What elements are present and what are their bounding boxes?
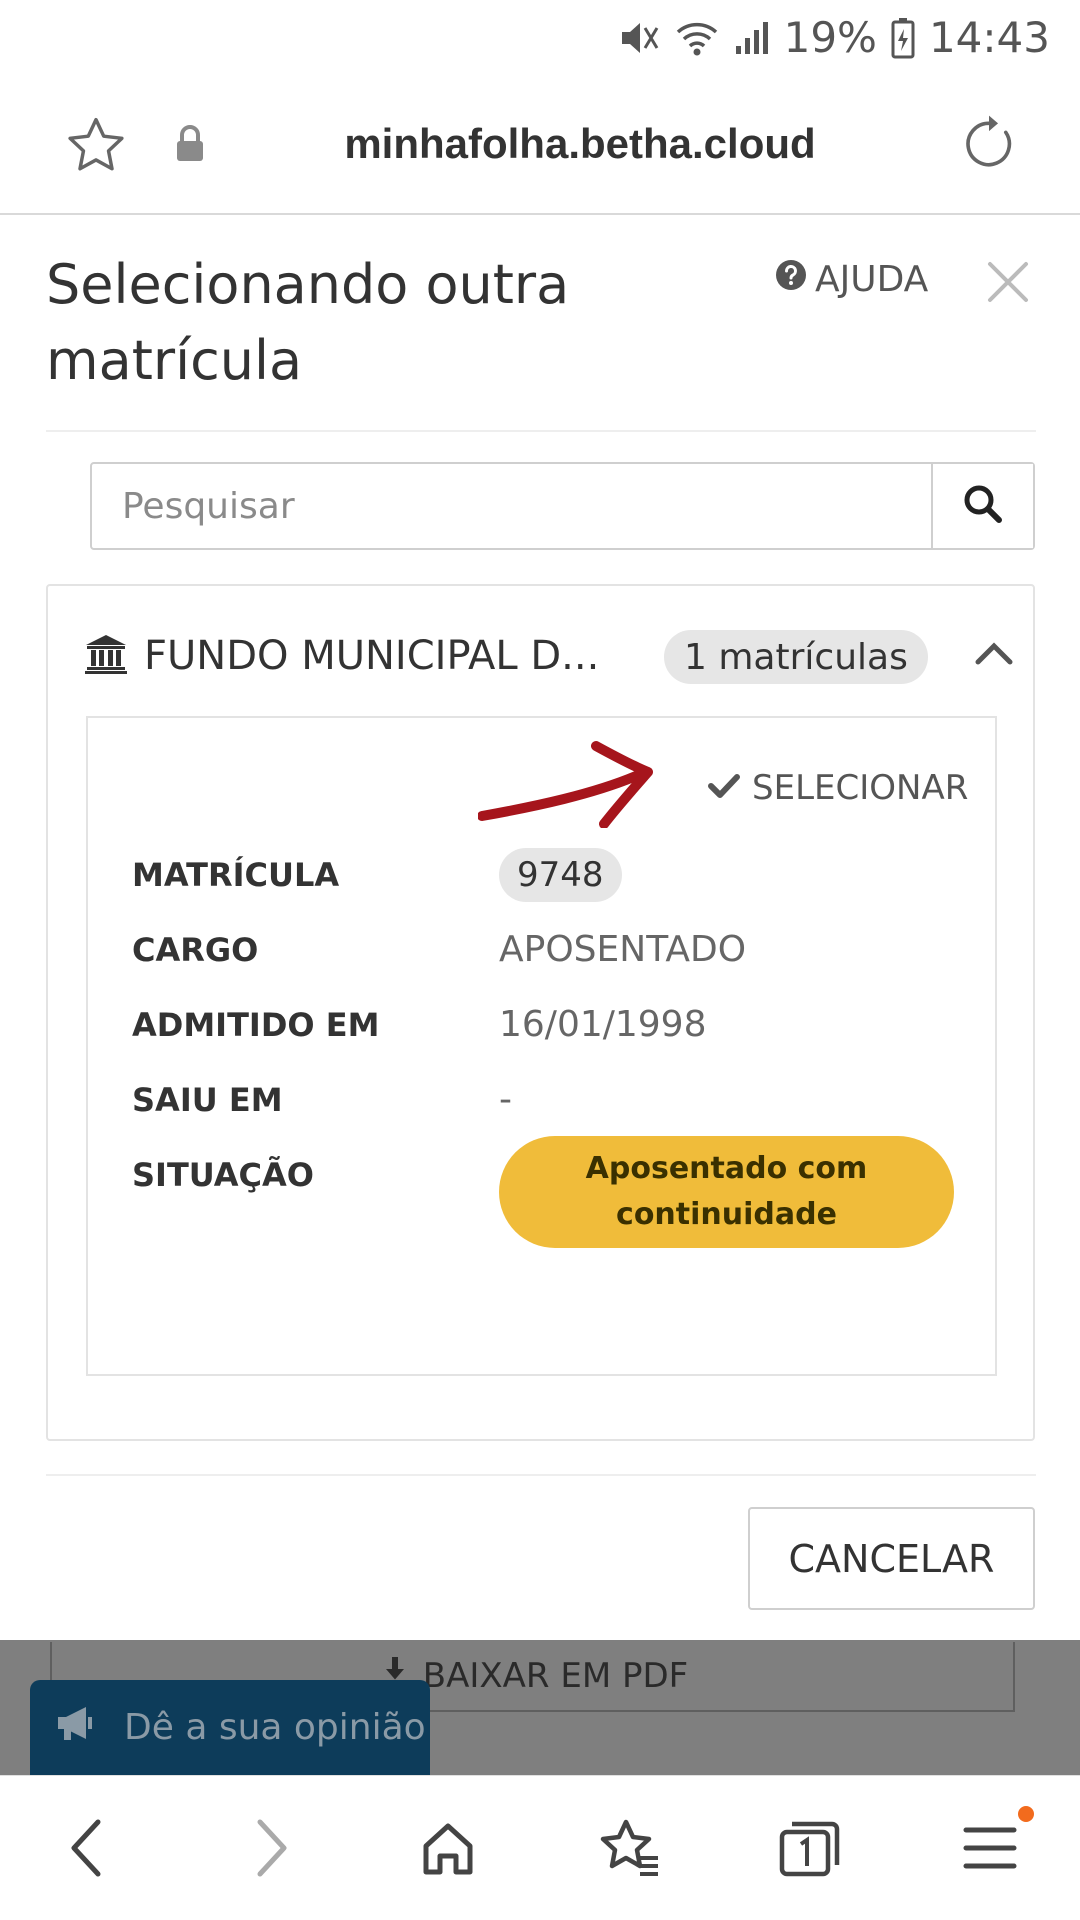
organization-group: FUNDO MUNICIPAL D... 1 matrículas SELECI… [46,584,1035,1441]
search-bar [90,462,1035,550]
battery-percent: 19% [783,13,877,62]
admitido-value: 16/01/1998 [499,1004,707,1045]
matricula-label: MATRÍCULA [132,856,340,894]
organization-group-header[interactable]: FUNDO MUNICIPAL D... 1 matrículas [84,626,1013,686]
saiu-label: SAIU EM [132,1081,283,1119]
header-divider [46,430,1036,432]
browser-address-bar: minhafolha.betha.cloud [0,75,1080,215]
select-enrollment-button[interactable]: SELECIONAR [708,768,968,808]
feedback-button[interactable]: Dê a sua opinião [30,1680,430,1775]
situacao-label: SITUAÇÃO [132,1156,314,1194]
tabs-icon[interactable] [778,1818,842,1882]
chevron-up-icon[interactable] [974,640,1014,670]
menu-icon[interactable] [962,1818,1018,1882]
wifi-icon [674,18,720,58]
cargo-label: CARGO [132,931,259,969]
annotation-arrow [477,738,678,832]
search-button[interactable] [931,464,1033,548]
search-icon [962,483,1004,529]
close-icon[interactable] [985,259,1031,309]
notification-dot [1018,1806,1034,1822]
checkmark-icon [708,768,740,808]
help-button[interactable]: AJUDA [775,259,928,300]
megaphone-icon [54,1703,100,1752]
status-badge: Aposentado com continuidade [499,1136,954,1248]
battery-charging-icon [891,17,915,59]
url-text[interactable]: minhafolha.betha.cloud [300,120,860,168]
forward-icon[interactable] [252,1818,292,1882]
saiu-value: - [499,1079,512,1120]
footer-divider [46,1474,1036,1476]
matricula-value: 9748 [499,848,622,902]
select-enrollment-modal: Selecionando outra matrícula AJUDA FUNDO… [0,217,1080,1640]
reload-icon[interactable] [958,113,1020,179]
star-icon[interactable] [64,113,128,181]
search-input[interactable] [92,464,931,548]
feedback-label: Dê a sua opinião [124,1707,426,1748]
home-icon[interactable] [418,1818,478,1882]
cargo-value: APOSENTADO [499,929,747,970]
modal-title: Selecionando outra matrícula [46,253,570,392]
bookmarks-icon[interactable] [598,1818,662,1882]
lock-icon [174,123,206,167]
back-icon[interactable] [66,1818,106,1882]
download-pdf-label: BAIXAR EM PDF [422,1656,689,1696]
question-circle-icon [775,259,807,300]
select-label: SELECIONAR [752,768,969,808]
enrollment-count-badge: 1 matrículas [664,630,928,684]
signal-icon [734,18,770,58]
help-label: AJUDA [815,259,929,300]
status-bar: 19% 14:43 [0,0,1080,75]
mute-vibrate-icon [618,18,660,58]
institution-icon [84,634,128,678]
admitido-label: ADMITIDO EM [132,1006,380,1044]
clock: 14:43 [928,13,1050,62]
organization-name: FUNDO MUNICIPAL D... [144,633,600,679]
cancel-button[interactable]: CANCELAR [748,1507,1035,1610]
enrollment-card: SELECIONAR MATRÍCULA 9748 CARGO APOSENTA… [86,716,997,1376]
browser-bottom-nav [0,1775,1080,1920]
